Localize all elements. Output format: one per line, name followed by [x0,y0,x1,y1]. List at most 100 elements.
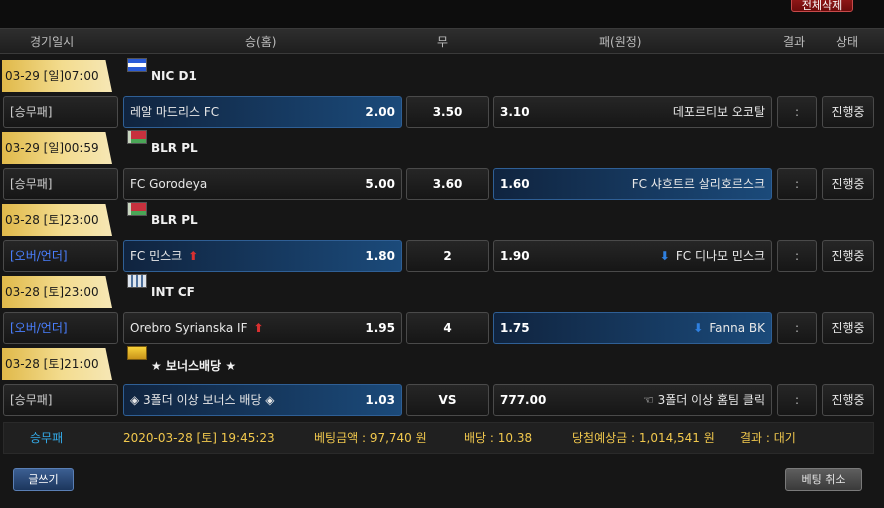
result-cell: : [777,240,817,272]
away-odds-button[interactable]: 1.75 ⬇ Fanna BK [493,312,772,344]
header-away: 패(원정) [599,35,642,49]
league-row: 03-28 [토]21:00 ★ 보너스배당 ★ [0,346,884,382]
status-badge: 진행중 [822,240,874,272]
game-date: 03-29 [일]07:00 [2,60,112,92]
header-status: 상태 [836,35,859,49]
draw-odds-button[interactable]: 3.60 [406,168,489,200]
league-row: 03-29 [일]07:00 NIC D1 [0,58,884,94]
cancel-bet-button[interactable]: 베팅 취소 [785,468,862,491]
summary-expected-win: 당첨예상금 : 1,014,541 원 [572,431,715,445]
header-date: 경기일시 [30,35,75,49]
draw-odds-button[interactable]: 4 [406,312,489,344]
result-cell: : [777,312,817,344]
away-odds-button[interactable]: 3.10 데포르티보 오코탈 [493,96,772,128]
away-odd: 1.60 [500,177,530,191]
away-odds-button[interactable]: 1.90 ⬇ FC 디나모 민스크 [493,240,772,272]
home-odds-button[interactable]: Orebro Syrianska IF ⬆ 1.95 [123,312,402,344]
delete-all-button[interactable]: 전체삭제 [791,0,853,12]
bet-row: [승무패] ◈ 3폴더 이상 보너스 배당 ◈ 1.03 VS 777.00 ☜… [0,382,884,418]
draw-odds-button[interactable]: VS [406,384,489,416]
away-team: Fanna BK [709,321,765,335]
league-name: INT CF [151,285,195,299]
write-post-button[interactable]: 글쓰기 [13,468,74,491]
summary-datetime: 2020-03-28 [토] 19:45:23 [123,431,275,445]
status-badge: 진행중 [822,96,874,128]
home-odds-button[interactable]: ◈ 3폴더 이상 보너스 배당 ◈ 1.03 [123,384,402,416]
home-odd: 1.80 [365,249,395,263]
summary-result: 결과 : 대기 [740,431,796,445]
league-row: 03-29 [일]00:59 BLR PL [0,130,884,166]
arrow-down-icon: ⬇ [693,321,704,335]
bet-type: [오버/언더] [3,312,118,344]
bet-type: [승무패] [3,168,118,200]
belarus-flag-icon [127,202,147,216]
home-odd: 1.95 [365,321,395,335]
arrow-down-icon: ⬇ [659,249,670,263]
bet-summary: 승무패 2020-03-28 [토] 19:45:23 베팅금액 : 97,74… [3,422,874,454]
bet-row: [오버/언더] Orebro Syrianska IF ⬆ 1.95 4 1.75… [0,310,884,346]
game-date: 03-29 [일]00:59 [2,132,112,164]
away-team: FC 샤흐트르 살리호르스크 [631,177,765,191]
belarus-flag-icon [127,130,147,144]
game-date: 03-28 [토]23:00 [2,204,112,236]
status-badge: 진행중 [822,168,874,200]
away-odd: 777.00 [500,393,547,407]
draw-odds-button[interactable]: 3.50 [406,96,489,128]
arrow-up-icon: ⬆ [188,249,199,263]
international-flag-icon [127,274,147,288]
game-date: 03-28 [토]23:00 [2,276,112,308]
result-cell: : [777,384,817,416]
bet-row: [오버/언더] FC 민스크 ⬆ 1.80 2 1.90 ⬇ FC 디나모 민스크 … [0,238,884,274]
home-odds-button[interactable]: FC 민스크 ⬆ 1.80 [123,240,402,272]
summary-type: 승무패 [30,431,64,445]
away-team: ☜ 3폴더 이상 홈팀 클릭 [643,393,765,407]
home-team: FC Gorodeya [130,177,208,191]
header-result: 결과 [783,35,806,49]
top-bar: 전체삭제 [0,0,884,30]
header-draw: 무 [437,35,449,49]
away-odds-button[interactable]: 1.60 FC 샤흐트르 살리호르스크 [493,168,772,200]
home-team: FC 민스크 [130,249,183,263]
table-header: 경기일시 승(홈) 무 패(원정) 결과 상태 [0,28,884,54]
home-odd: 1.03 [365,393,395,407]
header-home: 승(홈) [245,35,277,49]
status-badge: 진행중 [822,384,874,416]
footer: 글쓰기 베팅 취소 [0,455,884,508]
league-name: ★ 보너스배당 ★ [151,359,237,373]
home-odd: 2.00 [365,105,395,119]
league-row: 03-28 [토]23:00 INT CF [0,274,884,310]
league-row: 03-28 [토]23:00 BLR PL [0,202,884,238]
bet-type: [오버/언더] [3,240,118,272]
bet-type: [승무패] [3,384,118,416]
away-odd: 1.75 [500,321,530,335]
bet-type: [승무패] [3,96,118,128]
summary-bet-amount: 베팅금액 : 97,740 원 [314,431,427,445]
league-name: NIC D1 [151,69,197,83]
game-date: 03-28 [토]21:00 [2,348,112,380]
away-team-wrap: ⬇ FC 디나모 민스크 [660,241,765,271]
nicaragua-flag-icon [127,58,147,72]
home-team: ◈ 3폴더 이상 보너스 배당 ◈ [130,393,275,407]
result-cell: : [777,168,817,200]
bet-row: [승무패] 레알 마드리스 FC 2.00 3.50 3.10 데포르티보 오코… [0,94,884,130]
away-team: FC 디나모 민스크 [675,249,765,263]
away-team-wrap: ⬇ Fanna BK [693,313,765,343]
away-odd: 3.10 [500,105,530,119]
home-team: Orebro Syrianska IF [130,321,248,335]
home-odd: 5.00 [365,177,395,191]
away-team: 데포르티보 오코탈 [672,105,765,119]
bet-row: [승무패] FC Gorodeya 5.00 3.60 1.60 FC 샤흐트르… [0,166,884,202]
result-cell: : [777,96,817,128]
home-odds-button[interactable]: FC Gorodeya 5.00 [123,168,402,200]
bonus-badge-icon [127,346,147,360]
summary-odds: 배당 : 10.38 [464,431,533,445]
away-odds-button[interactable]: 777.00 ☜ 3폴더 이상 홈팀 클릭 [493,384,772,416]
home-odds-button[interactable]: 레알 마드리스 FC 2.00 [123,96,402,128]
league-name: BLR PL [151,141,198,155]
draw-odds-button[interactable]: 2 [406,240,489,272]
away-odd: 1.90 [500,249,530,263]
status-badge: 진행중 [822,312,874,344]
arrow-up-icon: ⬆ [253,321,264,335]
league-name: BLR PL [151,213,198,227]
home-team: 레알 마드리스 FC [130,105,220,119]
